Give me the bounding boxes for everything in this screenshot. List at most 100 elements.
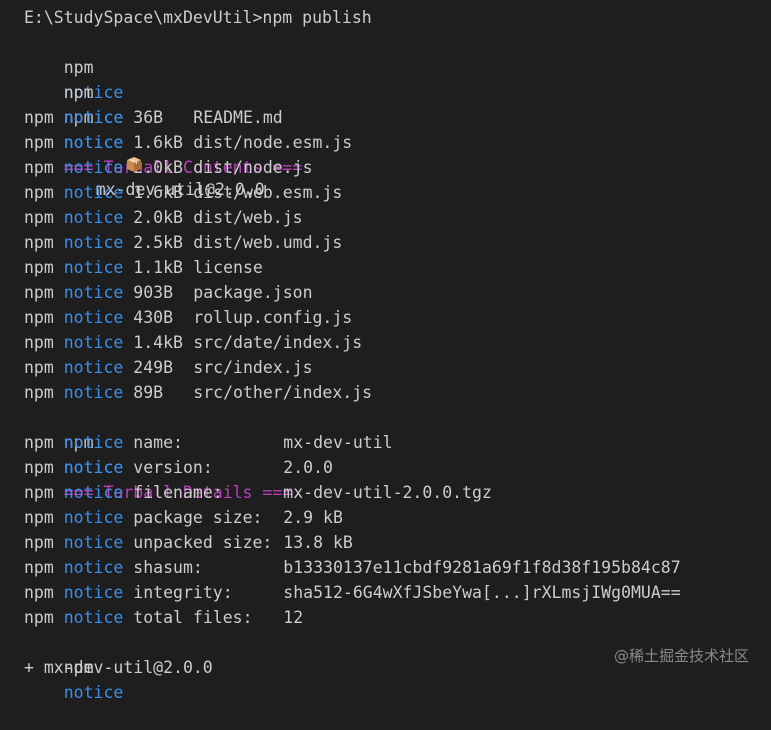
detail-key: version: bbox=[133, 458, 213, 477]
file-row: npm notice 1.4kB src/date/index.js bbox=[24, 330, 771, 355]
npm-label: npm bbox=[24, 233, 54, 252]
npm-label: npm bbox=[24, 183, 54, 202]
file-path: src/date/index.js bbox=[193, 333, 363, 352]
notice-line: npm notice bbox=[24, 30, 771, 102]
notice-label: notice bbox=[63, 258, 124, 277]
command-line: E:\StudySpace\mxDevUtil>npm publish bbox=[24, 8, 372, 27]
detail-key: filename: bbox=[133, 483, 223, 502]
detail-value: b13330137e11cbdf9281a69f1f8d38f195b84c87 bbox=[283, 558, 681, 577]
file-row: npm notice 249B src/index.js bbox=[24, 355, 771, 380]
npm-label: npm bbox=[24, 458, 54, 477]
detail-key: integrity: bbox=[133, 583, 233, 602]
notice-label: notice bbox=[63, 283, 124, 302]
npm-label: npm bbox=[24, 158, 54, 177]
file-row: npm notice 903B package.json bbox=[24, 280, 771, 305]
notice-label: notice bbox=[63, 433, 124, 452]
npm-label: npm bbox=[24, 483, 54, 502]
npm-label: npm bbox=[63, 58, 94, 77]
file-path: package.json bbox=[193, 283, 313, 302]
file-size: 1.1kB bbox=[133, 258, 183, 277]
file-path: license bbox=[193, 258, 263, 277]
file-path: dist/node.esm.js bbox=[193, 133, 353, 152]
detail-row: npm notice filename: mx-dev-util-2.0.0.tg… bbox=[24, 480, 771, 505]
npm-label: npm bbox=[24, 558, 54, 577]
notice-label: notice bbox=[63, 458, 124, 477]
notice-label: notice bbox=[63, 483, 124, 502]
file-path: dist/web.esm.js bbox=[193, 183, 343, 202]
file-size: 36B bbox=[133, 108, 164, 127]
notice-label: notice bbox=[63, 533, 124, 552]
detail-row: npm notice shasum: b13330137e11cbdf9281a6… bbox=[24, 555, 771, 580]
detail-value: 13.8 kB bbox=[283, 533, 353, 552]
file-size: 249B bbox=[133, 358, 174, 377]
file-row: npm notice 1.6kB dist/node.esm.js bbox=[24, 130, 771, 155]
detail-row: npm notice unpacked size: 13.8 kB bbox=[24, 530, 771, 555]
file-path: src/index.js bbox=[193, 358, 313, 377]
detail-key: total files: bbox=[133, 608, 253, 627]
npm-label: npm bbox=[24, 583, 54, 602]
npm-label: npm bbox=[24, 433, 54, 452]
detail-value: mx-dev-util-2.0.0.tgz bbox=[283, 483, 492, 502]
npm-label: npm bbox=[24, 258, 54, 277]
file-row: npm notice 1.1kB license bbox=[24, 255, 771, 280]
npm-label: npm bbox=[24, 108, 54, 127]
detail-key: name: bbox=[133, 433, 183, 452]
file-size: 2.5kB bbox=[133, 233, 183, 252]
file-size: 1.4kB bbox=[133, 333, 183, 352]
file-size: 89B bbox=[133, 383, 164, 402]
file-size: 903B bbox=[133, 283, 174, 302]
file-row: npm notice 430B rollup.config.js bbox=[24, 305, 771, 330]
file-row: npm notice 2.0kB dist/web.js bbox=[24, 205, 771, 230]
terminal-output[interactable]: E:\StudySpace\mxDevUtil>npm publish npm … bbox=[24, 5, 771, 702]
file-path: dist/node.js bbox=[193, 158, 313, 177]
file-size: 1.6kB bbox=[133, 183, 183, 202]
detail-key: package size: bbox=[133, 508, 263, 527]
npm-label: npm bbox=[24, 308, 54, 327]
file-row: npm notice 36B README.md bbox=[24, 105, 771, 130]
file-row: npm notice 2.5kB dist/web.umd.js bbox=[24, 230, 771, 255]
detail-key: unpacked size: bbox=[133, 533, 273, 552]
notice-label: notice bbox=[63, 583, 124, 602]
file-path: src/other/index.js bbox=[193, 383, 373, 402]
npm-label: npm bbox=[24, 608, 54, 627]
notice-label: notice bbox=[63, 383, 124, 402]
notice-label: notice bbox=[63, 308, 124, 327]
file-path: dist/web.umd.js bbox=[193, 233, 343, 252]
package-icon bbox=[66, 130, 142, 172]
file-path: rollup.config.js bbox=[193, 308, 353, 327]
detail-value: sha512-6G4wXfJSbeYwa[...]rXLmsjIWg0MUA== bbox=[283, 583, 681, 602]
detail-value: mx-dev-util bbox=[283, 433, 393, 452]
detail-key: shasum: bbox=[133, 558, 203, 577]
npm-label: npm bbox=[24, 133, 54, 152]
detail-row: npm notice total files: 12 bbox=[24, 605, 771, 630]
watermark: @稀土掘金技术社区 bbox=[613, 647, 749, 665]
notice-label: notice bbox=[63, 558, 124, 577]
notice-label: notice bbox=[63, 508, 124, 527]
notice-label: notice bbox=[63, 233, 124, 252]
file-size: 430B bbox=[133, 308, 174, 327]
notice-label: notice bbox=[63, 108, 124, 127]
file-path: dist/web.js bbox=[193, 208, 303, 227]
detail-value: 12 bbox=[283, 608, 304, 627]
file-path: README.md bbox=[193, 108, 283, 127]
file-size: 2.0kB bbox=[133, 208, 183, 227]
npm-label: npm bbox=[63, 83, 94, 102]
npm-label: npm bbox=[24, 333, 54, 352]
file-row: npm notice 89B src/other/index.js bbox=[24, 380, 771, 405]
contents-header-line: npm notice === Tarball Contents === bbox=[24, 80, 771, 177]
notice-label: notice bbox=[63, 608, 124, 627]
npm-label: npm bbox=[24, 508, 54, 527]
npm-label: npm bbox=[24, 533, 54, 552]
npm-label: npm bbox=[24, 208, 54, 227]
notice-label: notice bbox=[63, 333, 124, 352]
file-size: 1.6kB bbox=[133, 133, 183, 152]
notice-label: notice bbox=[63, 208, 124, 227]
file-row: npm notice 1.6kB dist/web.esm.js bbox=[24, 180, 771, 205]
details-header-line: npm notice === Tarball Details === bbox=[24, 405, 771, 502]
detail-row: npm notice package size: 2.9 kB bbox=[24, 505, 771, 530]
npm-label: npm bbox=[24, 383, 54, 402]
detail-value: 2.0.0 bbox=[283, 458, 333, 477]
npm-label: npm bbox=[24, 358, 54, 377]
notice-label: notice bbox=[63, 358, 124, 377]
detail-row: npm notice name: mx-dev-util bbox=[24, 430, 771, 455]
